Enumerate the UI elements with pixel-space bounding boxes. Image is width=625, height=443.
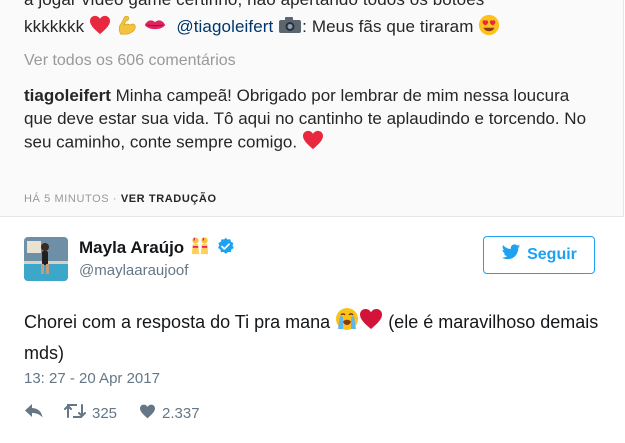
comment-text-partial: a jogar vídeo game certinho, não apertan… xyxy=(24,0,484,10)
camera-emoji xyxy=(278,16,302,39)
retweet-icon xyxy=(64,403,86,423)
reply-comment: tiagoleifert Minha campeã! Obrigado por … xyxy=(24,85,594,157)
heart-emoji xyxy=(302,130,324,157)
follow-button-label: Seguir xyxy=(527,246,577,263)
instagram-comments-panel: a jogar vídeo game certinho, não apertan… xyxy=(0,0,624,217)
comment-line: kkkkkkk @tiagoleifert : Meus fãs que tir… xyxy=(24,14,500,41)
user-handle[interactable]: @maylaaraujoof xyxy=(79,262,188,279)
follow-button[interactable]: Seguir xyxy=(483,236,595,274)
like-button[interactable]: 2.337 xyxy=(139,404,200,423)
reply-author[interactable]: tiagoleifert xyxy=(24,86,111,105)
comment-time: HÁ 5 MINUTOS xyxy=(24,193,110,205)
tweet-text: Chorei com a resposta do Ti pra mana (el… xyxy=(24,307,609,367)
tweet-timestamp[interactable]: 13: 27 - 20 Apr 2017 xyxy=(24,370,160,387)
verified-badge-icon xyxy=(216,237,235,261)
display-name-text: Mayla Araújo xyxy=(79,237,185,257)
retweet-button[interactable]: 325 xyxy=(64,403,117,423)
muscle-emoji xyxy=(116,14,138,41)
heart-emoji xyxy=(359,308,383,338)
display-name[interactable]: Mayla Araújo xyxy=(79,236,235,261)
avatar[interactable] xyxy=(24,237,68,281)
see-translation-link[interactable]: VER TRADUÇÃO xyxy=(121,193,217,205)
comment-text-suffix: : Meus fãs que tiraram xyxy=(302,16,474,36)
comment-meta: HÁ 5 MINUTOS · VER TRADUÇÃO xyxy=(24,193,217,205)
crying-emoji xyxy=(335,307,359,339)
tweet-card: Mayla Araújo @maylaaraujoof Seguir Chore… xyxy=(0,217,625,443)
comment-text: kkkkkkk xyxy=(24,16,85,36)
twin-dancers-emoji xyxy=(189,236,211,261)
reply-button[interactable] xyxy=(24,403,44,423)
twitter-bird-icon xyxy=(501,244,521,266)
like-icon xyxy=(139,404,156,423)
like-count: 2.337 xyxy=(162,404,200,422)
reply-icon xyxy=(24,403,44,423)
view-all-comments-link[interactable]: Ver todos os 606 comentários xyxy=(24,52,236,70)
mention-link[interactable]: @tiagoleifert xyxy=(176,17,273,36)
heart-emoji xyxy=(89,15,111,40)
tweet-text-main: Chorei com a resposta do Ti pra mana xyxy=(24,311,331,332)
heart-eyes-emoji xyxy=(478,14,500,41)
meta-separator: · xyxy=(109,193,121,205)
kiss-emoji xyxy=(143,16,167,39)
retweet-count: 325 xyxy=(92,404,118,422)
tweet-actions: 325 2.337 xyxy=(24,402,200,424)
